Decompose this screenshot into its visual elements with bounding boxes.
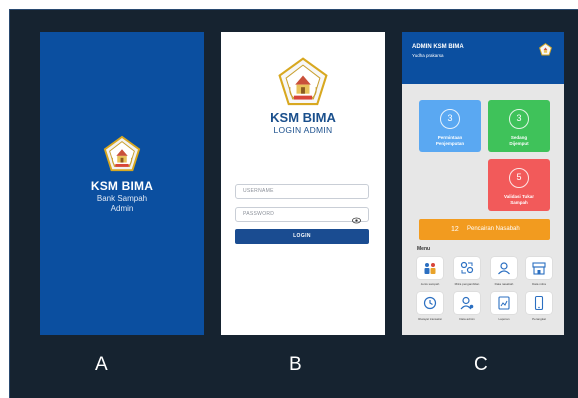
dijemput-count: 3 [509, 109, 529, 129]
app-role-label: Admin [110, 204, 134, 213]
dashboard-header: ADMIN KSM BIMA Yudha prakarsa [402, 32, 564, 84]
store-icon [532, 262, 546, 275]
pencairan-count: 12 [451, 226, 459, 233]
ksm-bima-logo-icon [539, 43, 552, 56]
menu-item-jenis-sampah[interactable] [417, 257, 443, 279]
menu-item-data-mitra[interactable] [526, 257, 552, 279]
ksm-bima-logo-icon [277, 56, 329, 108]
history-icon [423, 296, 437, 310]
menu-label: Riwayat transaksi [418, 317, 442, 321]
password-placeholder: PASSWORD [243, 211, 275, 217]
ksm-bima-logo-icon [103, 135, 141, 173]
phone-icon [534, 295, 544, 311]
menu-item-perangkat[interactable] [526, 292, 552, 314]
card-sedang-dijemput[interactable]: 3 Sedang Dijemput [488, 100, 550, 152]
panel-label-a: A [95, 354, 108, 375]
menu-item-laporan[interactable] [491, 292, 517, 314]
app-brand-title: KSM BIMA [90, 179, 154, 193]
recycle-people-icon [424, 263, 436, 274]
tukar-label: Validasi Tukar Sampah [504, 194, 534, 205]
login-button[interactable]: LOGIN [235, 229, 369, 244]
permintaan-label: Permintaan Penjemputan [435, 135, 465, 146]
splash-screen: KSM BIMA Bank Sampah Admin [40, 32, 204, 335]
menu-label: Laporan [498, 317, 510, 321]
user-profile-icon [498, 262, 510, 275]
menu-label: Jenis sampah [420, 282, 440, 286]
header-title: ADMIN KSM BIMA [412, 44, 464, 50]
menu-label: Data nasabah [494, 282, 514, 286]
pencairan-label: Pencairan Nasabah [467, 226, 520, 232]
menu-item-data-nasabah[interactable] [491, 257, 517, 279]
login-subtitle: LOGIN ADMIN [273, 125, 333, 135]
tukar-count: 5 [509, 168, 529, 188]
menu-label: Perangkat [532, 317, 546, 321]
menu-item-data-admin[interactable] [454, 292, 480, 314]
report-icon [498, 296, 510, 310]
app-subtitle: Bank Sampah [96, 194, 148, 203]
menu-item-mitra-pengambilan[interactable] [454, 257, 480, 279]
dijemput-label: Sedang Dijemput [509, 135, 529, 146]
menu-label: Data admin [459, 317, 475, 321]
panel-label-b: B [289, 354, 302, 375]
username-field[interactable]: USERNAME [235, 184, 369, 199]
login-brand-title: KSM BIMA [270, 110, 336, 125]
login-screen: KSM BIMA LOGIN ADMIN USERNAME PASSWORD L… [221, 32, 385, 335]
password-field[interactable]: PASSWORD [235, 207, 369, 224]
username-placeholder: USERNAME [243, 188, 274, 194]
exchange-people-icon [460, 261, 474, 274]
menu-label: Data mitra [532, 282, 546, 286]
card-permintaan-penjemputan[interactable]: 3 Permintaan Penjemputan [419, 100, 481, 152]
menu-item-riwayat-transaksi[interactable] [417, 292, 443, 314]
eye-icon[interactable] [352, 211, 361, 229]
header-username: Yudha prakarsa [412, 53, 444, 58]
panel-label-c: C [474, 354, 488, 375]
menu-title: Menu [417, 246, 431, 252]
dashboard-screen: ADMIN KSM BIMA Yudha prakarsa 3 Perminta… [402, 32, 564, 335]
pencairan-nasabah-banner[interactable]: 12 Pencairan Nasabah [419, 219, 550, 240]
permintaan-count: 3 [440, 109, 460, 129]
menu-label: Mitra pengambilan [454, 282, 480, 286]
card-validasi-tukar[interactable]: 5 Validasi Tukar Sampah [488, 159, 550, 211]
admin-user-icon [460, 296, 474, 310]
